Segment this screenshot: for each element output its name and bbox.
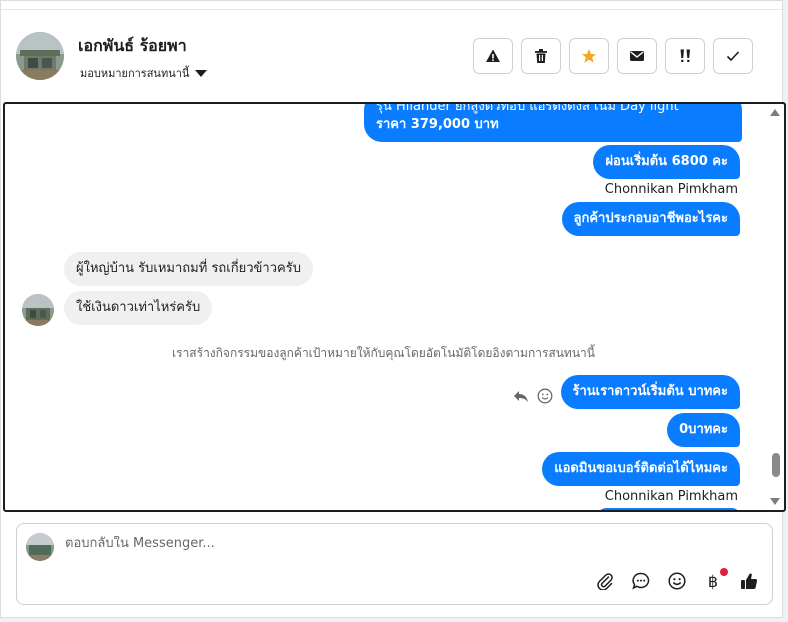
composer-toolbar: ฿ [594, 568, 760, 592]
follow-up-button[interactable] [665, 38, 705, 74]
incoming-message[interactable]: ผู้ใหญ่บ้าน รับเหมาถมที่ รถเกี่ยวข้าวครั… [64, 252, 313, 286]
inbox-conversation-window: เอกพันธ์ ร้อยพา มอบหมายการสนทนานี้ รุ่น … [0, 0, 786, 618]
contact-name[interactable]: เอกพันธ์ ร้อยพา [78, 34, 187, 59]
mark-unread-button[interactable] [617, 38, 657, 74]
outgoing-message[interactable]: ลูกค้าประกอบอาชีพอะไรคะ [561, 202, 740, 236]
outgoing-message[interactable]: 0บาทคะ [667, 413, 740, 447]
emoji-icon [668, 572, 686, 590]
contact-avatar-small[interactable] [22, 294, 54, 326]
scroll-up-arrow-icon[interactable] [770, 109, 780, 116]
page-avatar [26, 533, 54, 561]
reply-icon[interactable] [513, 389, 529, 403]
incoming-message[interactable]: ใช้เงินดาวเท่าไหร่ครับ [64, 291, 213, 325]
saved-reply-icon [632, 572, 650, 590]
payment-button[interactable]: ฿ [702, 568, 728, 592]
message-text-line1: รุ่น Hilander ยกสูงตัวท็อป แอร์ดงดังส์ เ… [376, 102, 679, 114]
conversation-header: เอกพันธ์ ร้อยพา มอบหมายการสนทนานี้ [1, 10, 784, 102]
emoji-button[interactable] [666, 570, 688, 592]
trash-icon [535, 49, 547, 63]
delete-button[interactable] [521, 38, 561, 74]
next-message-edge [598, 508, 740, 510]
notification-dot [720, 568, 728, 576]
react-emoji-icon[interactable] [537, 388, 553, 404]
message-text-line2: ราคา 379,000 บาท [376, 117, 499, 132]
sender-name: Chonnikan Pimkham [604, 182, 738, 197]
reply-input[interactable] [65, 536, 565, 551]
sender-name: Chonnikan Pimkham [604, 489, 738, 504]
like-button[interactable] [738, 570, 760, 592]
assign-label: มอบหมายการสนทนานี้ [80, 67, 190, 80]
outgoing-message[interactable]: แอดมินขอเบอร์ติดต่อได้ไหมคะ [542, 452, 740, 486]
chat-scrollbar[interactable] [768, 104, 784, 510]
warning-icon [486, 49, 500, 62]
double-exclamation-icon [680, 49, 690, 62]
scroll-down-arrow-icon[interactable] [770, 498, 780, 505]
attachment-button[interactable] [594, 570, 616, 592]
message-hover-actions [513, 388, 553, 404]
assign-conversation-dropdown[interactable]: มอบหมายการสนทนานี้ [80, 64, 208, 82]
star-button[interactable] [569, 38, 609, 74]
envelope-icon [630, 51, 644, 61]
attachment-icon [597, 573, 613, 590]
contact-avatar[interactable] [16, 32, 64, 80]
payment-icon: ฿ [707, 571, 719, 591]
reply-composer: ฿ [16, 523, 773, 605]
outgoing-message[interactable]: ผ่อนเริ่มต้น 6800 คะ [593, 145, 740, 179]
checkmark-icon [726, 51, 740, 62]
message-thread[interactable]: รุ่น Hilander ยกสูงตัวท็อป แอร์ดงดังส์ เ… [3, 102, 786, 512]
outgoing-message[interactable]: รุ่น Hilander ยกสูงตัวท็อป แอร์ดงดังส์ เ… [364, 102, 742, 142]
report-button[interactable] [473, 38, 513, 74]
like-icon [741, 573, 758, 589]
star-icon [581, 49, 597, 63]
mark-done-button[interactable] [713, 38, 753, 74]
conversation-actions [473, 38, 753, 74]
system-notice: เราสร้างกิจกรรมของลูกค้าเป้าหมายให้กับคุ… [172, 346, 595, 360]
caret-down-icon [195, 69, 208, 77]
scroll-thumb[interactable] [772, 453, 780, 477]
saved-reply-button[interactable] [630, 570, 652, 592]
outgoing-message[interactable]: ร้านเราดาวน์เริ่มต้น บาทคะ [560, 375, 740, 409]
